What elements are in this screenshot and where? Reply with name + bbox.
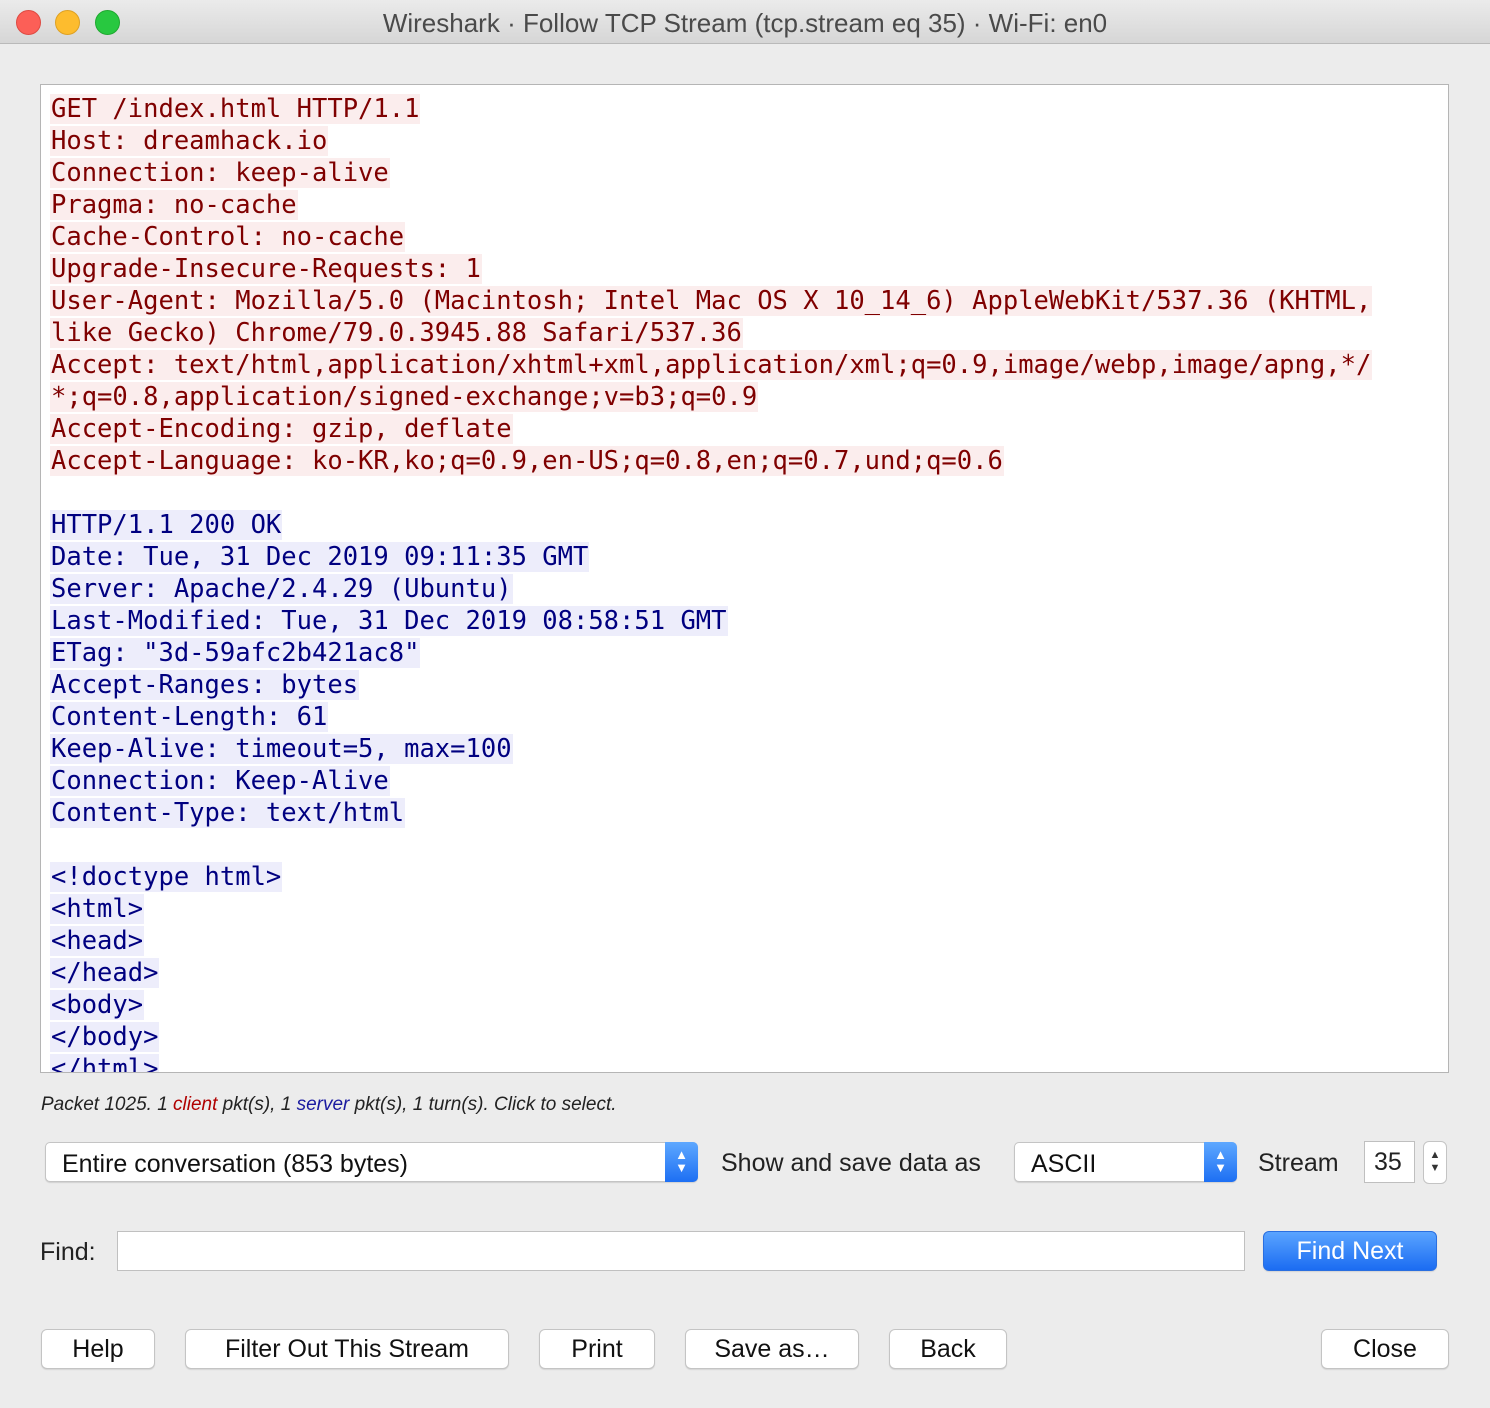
server-line-text: </head> [50,958,160,988]
find-next-button[interactable]: Find Next [1263,1231,1437,1271]
client-line: Accept: text/html,application/xhtml+xml,… [50,349,1448,381]
server-line: <body> [50,989,1448,1021]
stream-content-area[interactable]: GET /index.html HTTP/1.1 Host: dreamhack.… [40,84,1449,1073]
server-line: </head> [50,957,1448,989]
find-label: Find: [40,1238,96,1266]
client-line-text: Upgrade-Insecure-Requests: 1 [50,254,482,284]
server-line: Date: Tue, 31 Dec 2019 09:11:35 GMT [50,541,1448,573]
client-line: like Gecko) Chrome/79.0.3945.88 Safari/5… [50,317,1448,349]
server-line: </html> [50,1053,1448,1072]
client-line: Accept-Encoding: gzip, deflate [50,413,1448,445]
server-line-text: HTTP/1.1 200 OK [50,510,283,540]
server-line: <head> [50,925,1448,957]
client-line-text: Cache-Control: no-cache [50,222,406,252]
client-line-text: Connection: keep-alive [50,158,390,188]
show-data-label: Show and save data as [721,1149,981,1177]
server-line-text: <body> [50,990,145,1020]
chevron-up-icon[interactable]: ▲ [1430,1149,1441,1161]
server-line-text: </body> [50,1022,160,1052]
back-button[interactable]: Back [889,1329,1007,1369]
chevron-updown-icon: ▲ ▼ [1204,1142,1237,1182]
server-body-block: <!doctype html> <html> <head> </head> <body>… [50,861,1448,1072]
client-line-text: Accept-Language: ko-KR,ko;q=0.9,en-US;q=… [50,446,1004,476]
filter-out-stream-button[interactable]: Filter Out This Stream [185,1329,509,1369]
server-line-text: <html> [50,894,145,924]
server-line-text: Content-Length: 61 [50,702,329,732]
client-line: Pragma: no-cache [50,189,1448,221]
save-as-button[interactable]: Save as… [685,1329,859,1369]
server-line: Connection: Keep-Alive [50,765,1448,797]
status-suffix: pkt(s), 1 turn(s). Click to select. [349,1094,617,1115]
title-bar: Wireshark · Follow TCP Stream (tcp.strea… [0,0,1490,44]
format-select[interactable]: ASCII ▲ ▼ [1014,1142,1237,1182]
client-line-text: *;q=0.8,application/signed-exchange;v=b3… [50,382,759,412]
server-line: <html> [50,893,1448,925]
client-line-text: Accept: text/html,application/xhtml+xml,… [50,350,1373,380]
server-line-text: Keep-Alive: timeout=5, max=100 [50,734,513,764]
server-line: </body> [50,1021,1448,1053]
window-title: Wireshark · Follow TCP Stream (tcp.strea… [382,8,1108,38]
client-line-text: Pragma: no-cache [50,190,298,220]
server-line: HTTP/1.1 200 OK [50,509,1448,541]
stream-number-field[interactable]: 35 [1364,1141,1415,1183]
server-line: Keep-Alive: timeout=5, max=100 [50,733,1448,765]
server-line-text: Server: Apache/2.4.29 (Ubuntu) [50,574,513,604]
chevron-down-icon[interactable]: ▼ [1430,1162,1441,1174]
client-line: User-Agent: Mozilla/5.0 (Macintosh; Inte… [50,285,1448,317]
status-client-word: client [173,1094,218,1115]
server-line: Last-Modified: Tue, 31 Dec 2019 08:58:51… [50,605,1448,637]
close-button[interactable]: Close [1321,1329,1449,1369]
status-text: Packet 1025. 1 client pkt(s), 1 server p… [41,1094,617,1116]
print-button[interactable]: Print [539,1329,655,1369]
client-line: Accept-Language: ko-KR,ko;q=0.9,en-US;q=… [50,445,1448,477]
client-line: Cache-Control: no-cache [50,221,1448,253]
client-line: Host: dreamhack.io [50,125,1448,157]
server-line-text: Content-Type: text/html [50,798,406,828]
server-response-block: HTTP/1.1 200 OK Date: Tue, 31 Dec 2019 09… [50,509,1448,829]
server-line: <!doctype html> [50,861,1448,893]
client-line: Upgrade-Insecure-Requests: 1 [50,253,1448,285]
client-line-text: GET /index.html HTTP/1.1 [50,94,421,124]
stream-label: Stream [1258,1149,1339,1177]
status-server-word: server [296,1094,350,1115]
find-input[interactable] [117,1231,1245,1271]
client-line: GET /index.html HTTP/1.1 [50,93,1448,125]
server-line: Server: Apache/2.4.29 (Ubuntu) [50,573,1448,605]
server-line: Content-Length: 61 [50,701,1448,733]
server-line-text: <head> [50,926,145,956]
server-line: Accept-Ranges: bytes [50,669,1448,701]
server-line-text: ETag: "3d-59afc2b421ac8" [50,638,421,668]
client-line-text: like Gecko) Chrome/79.0.3945.88 Safari/5… [50,318,743,348]
client-request-block: GET /index.html HTTP/1.1 Host: dreamhack.… [50,93,1448,477]
help-button[interactable]: Help [41,1329,155,1369]
client-line: Connection: keep-alive [50,157,1448,189]
client-line-text: User-Agent: Mozilla/5.0 (Macintosh; Inte… [50,286,1373,316]
server-line-text: Date: Tue, 31 Dec 2019 09:11:35 GMT [50,542,590,572]
stream-stepper[interactable]: ▲ ▼ [1423,1141,1447,1184]
client-line-text: Host: dreamhack.io [50,126,329,156]
status-prefix: Packet 1025. 1 [41,1094,174,1115]
status-middle: pkt(s), 1 [217,1094,297,1115]
server-line: ETag: "3d-59afc2b421ac8" [50,637,1448,669]
server-line-text: Accept-Ranges: bytes [50,670,360,700]
server-line-text: </html> [50,1054,160,1072]
client-line-text: Accept-Encoding: gzip, deflate [50,414,513,444]
chevron-updown-icon: ▲ ▼ [665,1142,698,1182]
client-line: *;q=0.8,application/signed-exchange;v=b3… [50,381,1448,413]
server-line: Content-Type: text/html [50,797,1448,829]
format-select-value: ASCII [1031,1150,1097,1178]
conversation-select[interactable]: Entire conversation (853 bytes) ▲ ▼ [45,1142,698,1182]
conversation-select-value: Entire conversation (853 bytes) [62,1150,409,1178]
server-line-text: <!doctype html> [50,862,283,892]
server-line-text: Last-Modified: Tue, 31 Dec 2019 08:58:51… [50,606,728,636]
server-line-text: Connection: Keep-Alive [50,766,390,796]
